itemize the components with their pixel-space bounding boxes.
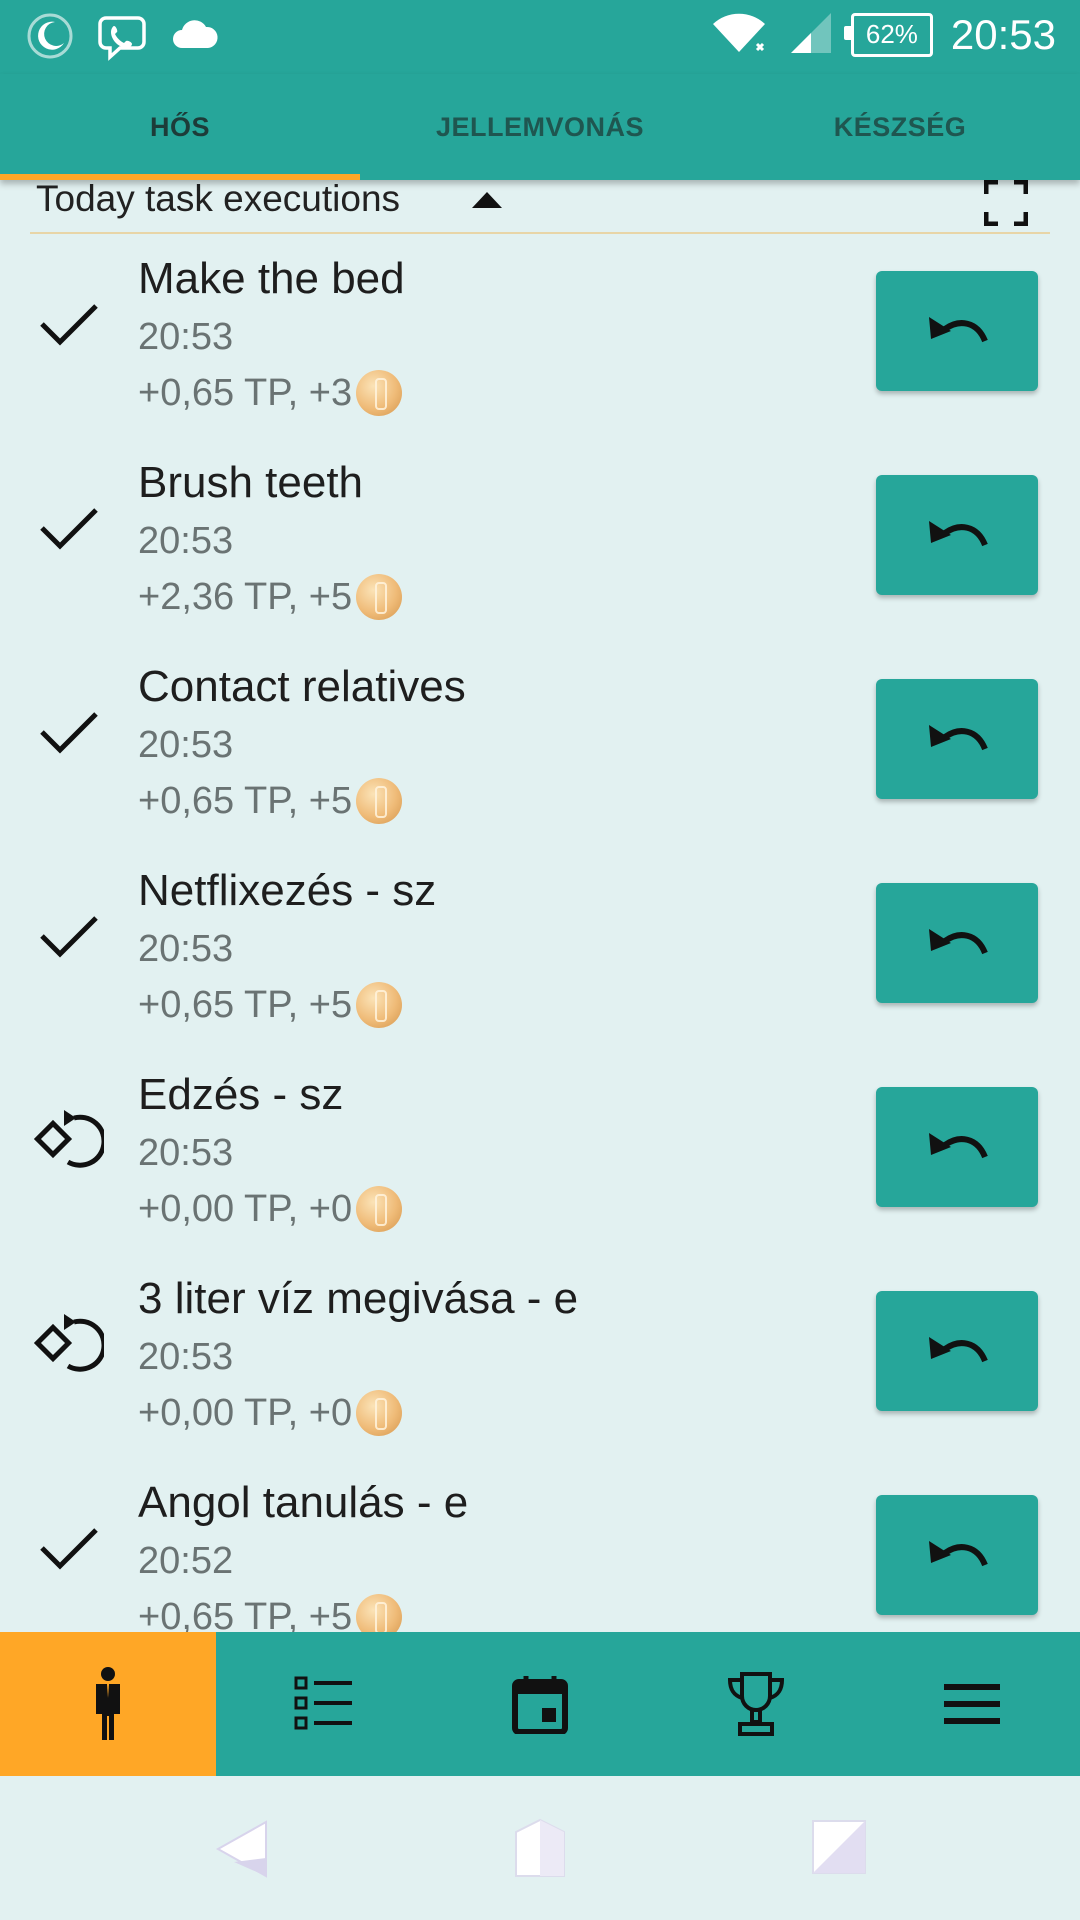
section-header[interactable]: Today task executions xyxy=(30,178,1050,234)
undo-icon xyxy=(929,317,988,343)
list-item: Brush teeth 20:53 +2,36 TP, +5 xyxy=(0,436,1080,640)
reward-text: +0,00 TP, +0 xyxy=(138,1187,353,1230)
task-reward: +0,65 TP, +5 xyxy=(138,778,403,824)
viber-icon xyxy=(96,10,148,67)
list-item: Netflixezés - sz 20:53 +0,65 TP, +5 xyxy=(0,844,1080,1048)
cloud-icon xyxy=(170,16,220,61)
list-item: Make the bed 20:53 +0,65 TP, +3 xyxy=(0,232,1080,436)
nav-hero[interactable] xyxy=(0,1632,216,1776)
task-time: 20:53 xyxy=(138,316,234,358)
task-reward: +0,00 TP, +0 xyxy=(138,1186,403,1232)
moon-icon xyxy=(26,12,74,65)
tab-jellemvonas[interactable]: JELLEMVONÁS xyxy=(360,74,720,180)
task-time: 20:53 xyxy=(138,1132,234,1174)
tab-bar: HŐS JELLEMVONÁS KÉSZSÉG xyxy=(0,74,1080,180)
system-navigation-bar xyxy=(0,1776,1080,1920)
reward-text: +2,36 TP, +5 xyxy=(138,575,353,618)
undo-button[interactable] xyxy=(876,475,1038,595)
bottom-navigation xyxy=(0,1632,1080,1776)
home-icon[interactable] xyxy=(510,1818,570,1885)
task-reward: +0,65 TP, +5 xyxy=(138,1594,403,1633)
tab-hos[interactable]: HŐS xyxy=(0,74,360,180)
task-title: Contact relatives xyxy=(138,662,466,711)
task-time: 20:53 xyxy=(138,724,234,766)
coin-icon xyxy=(356,1594,403,1632)
coin-icon xyxy=(356,1186,403,1232)
undo-icon xyxy=(929,929,988,955)
fullscreen-icon[interactable] xyxy=(983,179,1029,231)
undo-button[interactable] xyxy=(876,1087,1038,1207)
task-time: 20:53 xyxy=(138,928,234,970)
nav-menu[interactable] xyxy=(864,1632,1080,1776)
list-item: Edzés - sz 20:53 +0,00 TP, +0 xyxy=(0,1048,1080,1252)
task-time: 20:53 xyxy=(138,1336,234,1378)
back-icon[interactable] xyxy=(212,1818,270,1885)
coin-icon xyxy=(356,778,403,824)
task-title: Brush teeth xyxy=(138,458,364,507)
undo-button[interactable] xyxy=(876,1291,1038,1411)
checklist-icon xyxy=(294,1676,352,1730)
undo-button[interactable] xyxy=(876,271,1038,391)
task-title: Angol tanulás - e xyxy=(138,1478,469,1527)
calendar-icon xyxy=(512,1676,568,1734)
list-item: 3 liter víz megivása - e 20:53 +0,00 TP,… xyxy=(0,1252,1080,1456)
tab-keszseg[interactable]: KÉSZSÉG xyxy=(720,74,1080,180)
undo-button[interactable] xyxy=(876,679,1038,799)
task-title: Netflixezés - sz xyxy=(138,866,437,915)
reward-text: +0,00 TP, +0 xyxy=(138,1391,353,1434)
clock: 20:53 xyxy=(950,10,1056,58)
check-icon xyxy=(34,288,104,358)
undo-icon xyxy=(929,521,988,547)
task-reward: +0,65 TP, +3 xyxy=(138,370,403,416)
rotate-icon xyxy=(33,1308,107,1378)
task-reward: +2,36 TP, +5 xyxy=(138,574,403,620)
task-execution-list[interactable]: Make the bed 20:53 +0,65 TP, +3 Brush te… xyxy=(0,232,1080,1632)
nav-tasks[interactable] xyxy=(216,1632,432,1776)
reward-text: +0,65 TP, +5 xyxy=(138,779,353,822)
task-reward: +0,00 TP, +0 xyxy=(138,1390,403,1436)
wifi-icon xyxy=(709,8,769,61)
coin-icon xyxy=(356,1390,403,1436)
reward-text: +0,65 TP, +5 xyxy=(138,983,353,1026)
task-reward: +0,65 TP, +5 xyxy=(138,982,403,1028)
undo-icon xyxy=(929,1133,988,1159)
signal-icon xyxy=(787,9,833,60)
task-title: Edzés - sz xyxy=(138,1070,344,1119)
status-bar: 62% 20:53 xyxy=(0,0,1080,74)
task-time: 20:52 xyxy=(138,1540,234,1582)
hero-person-icon xyxy=(96,1667,120,1740)
active-tab-indicator xyxy=(0,174,360,180)
reward-text: +0,65 TP, +5 xyxy=(138,1595,353,1633)
task-title: 3 liter víz megivása - e xyxy=(138,1274,579,1323)
task-time: 20:53 xyxy=(138,520,234,562)
reward-text: +0,65 TP, +3 xyxy=(138,371,353,414)
coin-icon xyxy=(356,574,403,620)
section-title: Today task executions xyxy=(36,178,401,219)
recents-icon[interactable] xyxy=(810,1818,868,1881)
check-icon xyxy=(34,900,104,970)
undo-button[interactable] xyxy=(876,883,1038,1003)
list-item: Contact relatives 20:53 +0,65 TP, +5 xyxy=(0,640,1080,844)
check-icon xyxy=(34,492,104,562)
battery-indicator: 62% xyxy=(843,12,933,57)
undo-button[interactable] xyxy=(876,1495,1038,1615)
nav-calendar[interactable] xyxy=(432,1632,648,1776)
undo-icon xyxy=(929,1337,988,1363)
task-title: Make the bed xyxy=(138,254,405,303)
undo-icon xyxy=(929,1541,988,1567)
trophy-icon xyxy=(727,1672,785,1736)
caret-up-icon[interactable] xyxy=(470,188,504,215)
list-item: Angol tanulás - e 20:52 +0,65 TP, +5 xyxy=(0,1456,1080,1632)
check-icon xyxy=(34,696,104,766)
coin-icon xyxy=(356,982,403,1028)
menu-icon xyxy=(944,1684,1000,1724)
nav-achievements[interactable] xyxy=(648,1632,864,1776)
undo-icon xyxy=(929,725,988,751)
check-icon xyxy=(34,1512,104,1582)
rotate-icon xyxy=(33,1104,107,1174)
coin-icon xyxy=(356,370,403,416)
